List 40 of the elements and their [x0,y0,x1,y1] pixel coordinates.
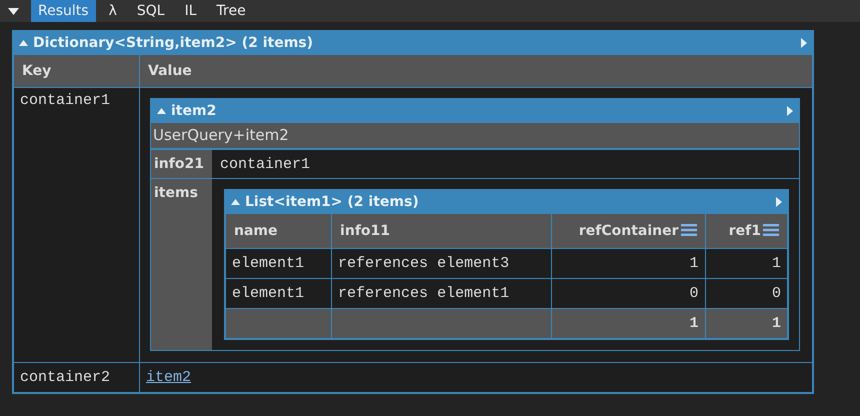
tab[interactable]: IL [178,0,204,22]
column-header: refContainer [552,214,706,248]
dictionary-title: Dictionary<String,item2> (2 items) [33,35,314,51]
list-title: List<item1> (2 items) [245,194,420,210]
field-name: items [154,185,198,201]
column-header: name [226,214,332,248]
table-cell: references element1 [332,278,552,308]
menu-icon[interactable] [763,224,779,236]
table-cell: 1 [552,248,706,278]
expand-icon[interactable] [776,197,782,207]
type-name: UserQuery+item2 [151,123,799,149]
tab[interactable]: Tree [210,0,253,22]
total-cell: 1 [552,308,706,338]
field-name: info21 [154,156,204,172]
table-cell: container2 [14,362,140,392]
link[interactable]: item2 [146,369,192,386]
column-header: ref1 [705,214,788,248]
table-cell: element1 [226,248,332,278]
table-cell: 0 [552,278,706,308]
tab[interactable]: λ [102,0,124,22]
object-title: item2 [171,103,218,119]
collapse-icon[interactable] [231,199,240,205]
column-header: info11 [332,214,552,248]
collapse-icon[interactable] [19,40,28,46]
dropdown-icon[interactable] [8,8,19,14]
menu-icon[interactable] [680,224,697,236]
tab[interactable]: SQL [130,0,172,22]
table-cell: 0 [705,278,788,308]
expand-icon[interactable] [787,106,793,116]
table-cell: element1 [226,278,332,308]
field-value: container1 [212,150,799,178]
total-cell: 1 [705,308,788,338]
tab[interactable]: Results [31,0,96,22]
column-header: Key [14,55,140,88]
column-header: Value [140,55,812,88]
table-cell: container1 [14,88,140,362]
collapse-icon[interactable] [157,108,166,114]
expand-icon[interactable] [801,38,807,48]
table-cell: references element3 [332,248,552,278]
table-cell: 1 [705,248,788,278]
